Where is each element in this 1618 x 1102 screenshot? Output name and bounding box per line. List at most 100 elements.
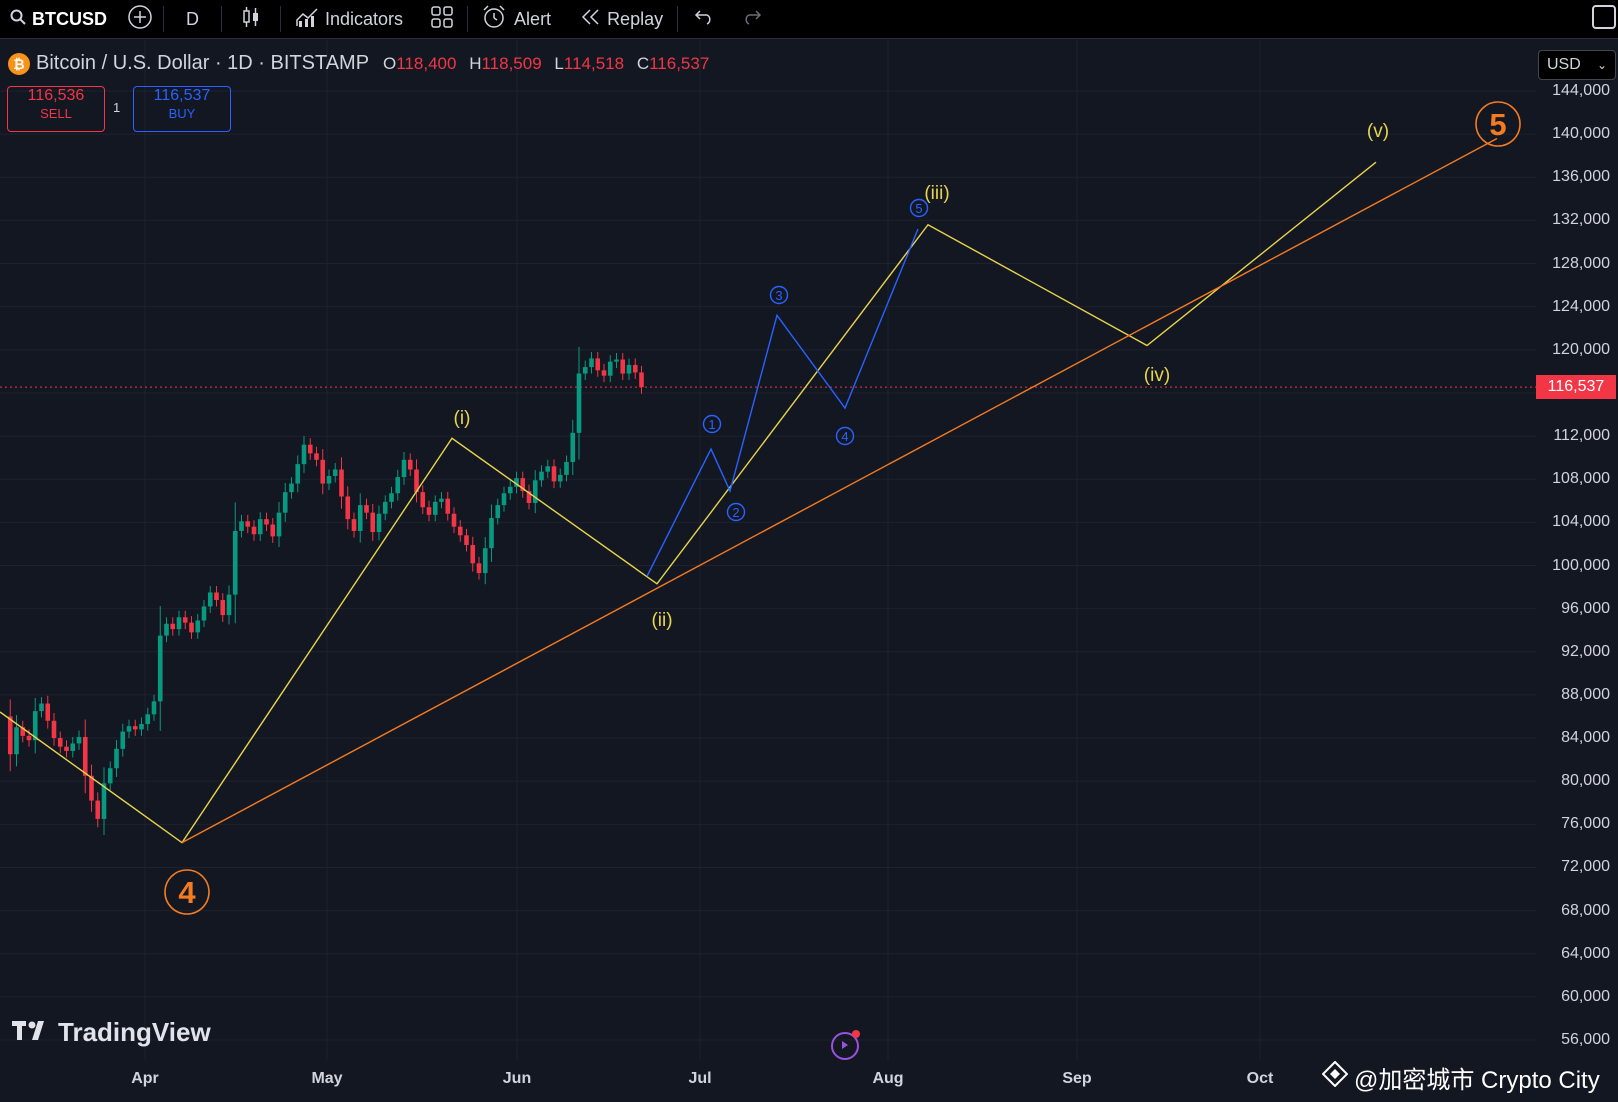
yellow-wave-label: (iv) bbox=[1144, 365, 1170, 386]
price-axis[interactable]: 144,000 140,000 136,000 132,000 128,000 124,0… bbox=[1536, 80, 1618, 1060]
candle-body bbox=[614, 359, 619, 362]
candle-body bbox=[395, 477, 401, 494]
candle-body bbox=[564, 461, 569, 475]
candle-body bbox=[507, 486, 513, 494]
yellow-wave-label: (ii) bbox=[651, 610, 672, 631]
yellow-wave-label: (iii) bbox=[924, 183, 949, 204]
currency-select[interactable]: USD ⌄ bbox=[1538, 50, 1616, 80]
candle-body bbox=[332, 469, 338, 476]
candle-body bbox=[214, 592, 219, 601]
candle-body bbox=[532, 480, 538, 503]
price-tick-label: 144,000 bbox=[1552, 82, 1610, 99]
price-tick-label: 60,000 bbox=[1561, 987, 1610, 1005]
buy-button[interactable]: 116,537 BUY bbox=[133, 86, 231, 132]
candle-body bbox=[482, 548, 488, 574]
candle-body bbox=[145, 714, 151, 725]
blue-wave-path bbox=[646, 228, 919, 577]
spread-value: 1 bbox=[113, 100, 121, 115]
buy-price: 116,537 bbox=[153, 87, 211, 104]
candle-body bbox=[170, 623, 176, 630]
candle-body bbox=[64, 746, 69, 751]
candle-body bbox=[582, 367, 588, 374]
buy-label: BUY bbox=[168, 106, 196, 121]
candle-body bbox=[632, 364, 638, 373]
symbol-legend: ₿ Bitcoin / U.S. Dollar · 1D · BITSTAMP … bbox=[8, 52, 717, 75]
candle-body bbox=[626, 364, 632, 374]
price-tick-label: 64,000 bbox=[1561, 944, 1610, 962]
candle-body bbox=[239, 521, 244, 531]
price-chart[interactable]: (i) (ii) (iii) (iv) (v) 1 2 3 4 5 4 5 bbox=[0, 0, 1618, 1102]
legend-title: Bitcoin / U.S. Dollar · 1D · BITSTAMP bbox=[36, 52, 370, 74]
low-key: L bbox=[554, 53, 564, 73]
candle-body bbox=[264, 519, 269, 525]
candle-body bbox=[426, 507, 432, 515]
candle-body bbox=[476, 563, 482, 574]
time-tick-label: Oct bbox=[1246, 1070, 1274, 1087]
candle-body bbox=[132, 726, 138, 730]
blue-wave-label: 5 bbox=[915, 201, 922, 216]
candle-body bbox=[551, 466, 557, 482]
candle-body bbox=[420, 492, 426, 508]
candle-body bbox=[282, 492, 288, 513]
time-tick-label: Apr bbox=[131, 1070, 159, 1087]
credit-watermark: @加密城市 Crypto City bbox=[1321, 1060, 1600, 1095]
candle-body bbox=[182, 617, 188, 623]
candle-body bbox=[201, 606, 207, 621]
price-tick-label: 136,000 bbox=[1552, 168, 1610, 186]
candle-body bbox=[245, 521, 251, 527]
price-tick-label: 56,000 bbox=[1561, 1031, 1610, 1048]
candle-body bbox=[539, 471, 544, 481]
candle-body bbox=[157, 635, 163, 702]
candle-body bbox=[289, 483, 294, 493]
sell-button[interactable]: 116,536 SELL bbox=[7, 86, 105, 132]
candle-body bbox=[357, 505, 363, 531]
candle-body bbox=[589, 358, 594, 368]
candle-body bbox=[82, 736, 88, 776]
close-value: 116,537 bbox=[649, 53, 710, 73]
price-tick-label: 112,000 bbox=[1553, 427, 1610, 445]
candle-body bbox=[164, 623, 169, 636]
candle-body bbox=[370, 512, 376, 533]
candle-body bbox=[7, 716, 13, 755]
orange-trend-line bbox=[181, 137, 1498, 844]
candle-body bbox=[232, 530, 238, 595]
price-tick-label: 72,000 bbox=[1561, 858, 1610, 876]
time-axis[interactable]: Apr May Jun Jul Aug Sep Oct bbox=[0, 1060, 1536, 1102]
tradingview-logo: TradingView bbox=[12, 1017, 211, 1048]
price-tick-label: 92,000 bbox=[1561, 642, 1610, 660]
candle-body bbox=[95, 800, 101, 819]
sell-price: 116,536 bbox=[27, 87, 85, 104]
price-tick-label: 84,000 bbox=[1561, 729, 1610, 747]
candle-body bbox=[139, 724, 144, 730]
current-price-label: 116,537 bbox=[1536, 375, 1616, 400]
candle-body bbox=[39, 703, 44, 712]
high-value: 118,509 bbox=[481, 53, 542, 73]
candle-body bbox=[576, 373, 582, 433]
elliott-wave-drawings bbox=[0, 137, 1498, 844]
price-tick-label: 120,000 bbox=[1552, 340, 1610, 358]
diamond-logo-icon bbox=[1321, 1060, 1349, 1094]
candle-body bbox=[107, 768, 113, 784]
candle-body bbox=[570, 432, 576, 462]
candle-body bbox=[364, 505, 369, 513]
candle-body bbox=[557, 474, 563, 482]
candle-body bbox=[51, 720, 57, 739]
chevron-down-icon: ⌄ bbox=[1596, 58, 1607, 72]
assistant-sparkle-icon[interactable] bbox=[827, 1028, 863, 1067]
candle-body bbox=[14, 727, 19, 755]
candle-body bbox=[495, 505, 501, 519]
candle-body bbox=[257, 519, 263, 535]
candle-body bbox=[345, 496, 351, 520]
candle-body bbox=[57, 738, 63, 747]
candle-body bbox=[276, 512, 282, 537]
candle-body bbox=[445, 498, 451, 514]
price-tick-label: 124,000 bbox=[1552, 297, 1610, 315]
blue-wave-label: 4 bbox=[841, 429, 848, 444]
candle-body bbox=[439, 498, 444, 502]
candle-body bbox=[251, 526, 257, 535]
credit-text: @加密城市 Crypto City bbox=[1354, 1067, 1600, 1094]
candle-body bbox=[489, 518, 494, 549]
candle-body bbox=[339, 469, 344, 497]
currency-label: USD bbox=[1547, 56, 1581, 73]
candle-body bbox=[326, 475, 332, 484]
